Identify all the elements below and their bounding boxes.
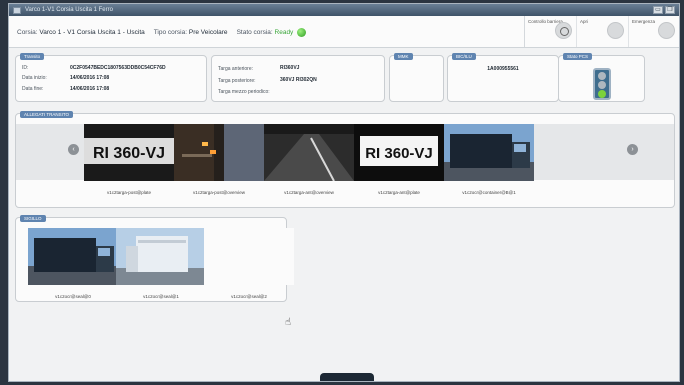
sigillo-image-caption: v1c2ocr@seal@0 — [55, 294, 91, 299]
corsia-label: Corsia: — [17, 29, 38, 37]
tipo-label: Tipo corsia: — [153, 29, 188, 37]
targa-posteriore-value: 360VJ RI302QN — [280, 77, 317, 83]
allegato-image-thumbnail[interactable] — [174, 124, 264, 181]
sigillo-image-thumbnail[interactable] — [28, 228, 118, 285]
data-inizio-value: 14/06/2016 17:08 — [70, 75, 110, 81]
id-value: 0C2F0547BEDC1807563DDB0C54CF76D — [70, 65, 166, 71]
sigillo-image-caption: v1c2ocr@seal@2 — [231, 294, 267, 299]
sigillo-image-thumbnail[interactable] — [204, 228, 294, 285]
targa-anteriore-label: Targa anteriore: — [218, 66, 254, 72]
barrier-toggle-button[interactable] — [555, 22, 572, 39]
window-title: Varco 1-V1 Corsia Uscita 1 Ferro — [25, 7, 113, 13]
sigillo-image-caption: v1c2ocr@seal@1 — [143, 294, 179, 299]
allegato-image-caption: v1c2targa-post@plate — [106, 190, 152, 195]
controllo-barriera: Controllo barriera — [525, 16, 577, 47]
svg-text:RI 360-VJ: RI 360-VJ — [365, 145, 433, 162]
app-icon — [13, 6, 21, 14]
allegato-image-caption: v1c2targa-ant@overview — [284, 190, 334, 195]
stato-value: Ready — [274, 29, 294, 37]
title-bar[interactable]: Varco 1-V1 Corsia Uscita 1 Ferro ▭ ❐ — [9, 4, 679, 16]
emergenza: Emergenza — [629, 16, 679, 47]
bic-panel: BIC/ILU 1A000955561 — [447, 53, 559, 102]
allegato-image-thumbnail[interactable] — [264, 124, 354, 181]
emergenza-button[interactable] — [658, 22, 675, 39]
tipo-value: Pre Veicolare — [188, 29, 228, 37]
sigillo-panel: SIGILLO v1c2ocr@seal@0 v1c2ocr@seal@1 v1c2… — [15, 215, 294, 302]
maximize-icon[interactable]: ❐ — [665, 6, 675, 14]
status-indicator-icon — [297, 28, 307, 37]
bic-tag: BIC/ILU — [452, 53, 476, 60]
traffic-light-icon — [593, 68, 611, 100]
data-fine-value: 14/06/2016 17:08 — [70, 86, 110, 92]
lamp-red — [598, 72, 606, 80]
allegato-image-thumbnail[interactable]: RI 360-VJ — [354, 124, 444, 181]
bic-value: 1A000955561 — [487, 66, 519, 72]
apri: Apri — [577, 16, 629, 47]
lamp-green — [598, 90, 606, 98]
corsia-value: Varco 1 - V1 Corsia Uscita 1 - Uscita — [39, 29, 145, 37]
allegati-tag: ALLEGATI TRANSITO — [20, 111, 74, 118]
mmk-panel: MMK — [389, 53, 444, 102]
transito-tag: Transito — [20, 53, 45, 60]
data-inizio-label: Data inizio: — [22, 75, 47, 81]
targa-anteriore-value: RI360VJ — [280, 65, 300, 71]
prev-arrow-icon[interactable]: ‹ — [68, 144, 79, 155]
allegato-image-caption: v1c2ocr@container@B@1 — [462, 190, 516, 195]
allegato-image-thumbnail[interactable]: RI 360-VJ — [84, 124, 174, 181]
id-label: ID: — [22, 65, 29, 71]
lamp-yellow — [598, 81, 606, 89]
data-fine-label: Data fine: — [22, 86, 44, 92]
stato-pcs-tag: Stato PCS — [563, 53, 593, 60]
app-window: Varco 1-V1 Corsia Uscita 1 Ferro ▭ ❐ Cor… — [8, 3, 680, 382]
allegati-panel: ALLEGATI TRANSITO ‹ › RI 360-VJ v1c2targa… — [15, 111, 675, 208]
pointer-cursor-icon: ☝ — [285, 317, 292, 328]
sigillo-image-thumbnail[interactable] — [116, 228, 206, 285]
stato-label: Stato corsia: — [236, 29, 273, 37]
lane-info: Corsia: Varco 1 - V1 Corsia Uscita 1 - U… — [17, 28, 307, 37]
allegato-image-caption: v1c2targa-post@overview — [192, 190, 246, 195]
targa-periodico-label: Targa mezzo periodico: — [218, 89, 270, 95]
svg-text:RI 360-VJ: RI 360-VJ — [93, 145, 165, 162]
mmk-tag: MMK — [394, 53, 413, 60]
targa-posteriore-label: Targa posteriore: — [218, 78, 256, 84]
next-arrow-icon[interactable]: › — [627, 144, 638, 155]
bottom-handle[interactable] — [320, 373, 374, 381]
apri-button[interactable] — [607, 22, 624, 39]
sigillo-tag: SIGILLO — [20, 215, 46, 222]
targhe-panel: Targa anteriore: RI360VJ Targa posterior… — [211, 55, 385, 102]
allegato-image-caption: v1c2targa-ant@plate — [378, 190, 420, 195]
minimize-icon[interactable]: ▭ — [653, 6, 663, 14]
emergenza-label: Emergenza — [632, 19, 656, 24]
lane-header: Corsia: Varco 1 - V1 Corsia Uscita 1 - U… — [9, 16, 679, 48]
apri-label: Apri — [580, 19, 589, 24]
transito-panel: Transito ID: 0C2F0547BEDC1807563DDB0C54C… — [15, 53, 207, 102]
stato-pcs-panel: Stato PCS — [558, 53, 645, 102]
allegato-image-thumbnail[interactable] — [444, 124, 534, 181]
